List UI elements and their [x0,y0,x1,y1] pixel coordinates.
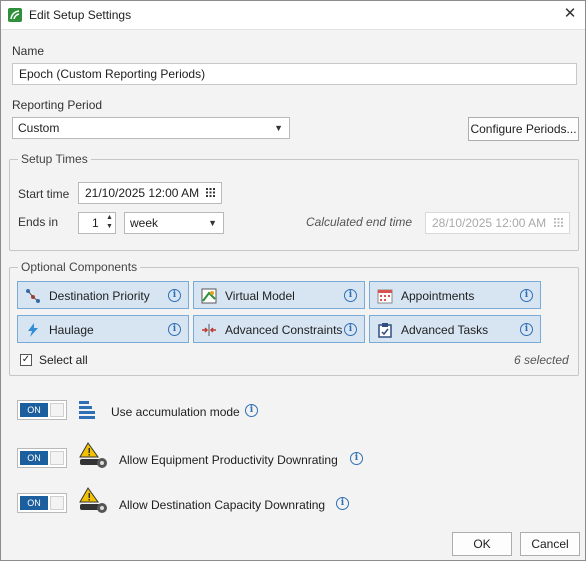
ends-in-label: Ends in [18,215,59,229]
ok-button[interactable]: OK [452,532,512,556]
duration-unit-select[interactable]: week ▼ [124,212,224,234]
component-label: Advanced Constraints [225,323,343,337]
select-all-label: Select all [39,353,88,367]
tasks-icon [378,323,392,338]
calculated-end-time-label: Calculated end time [306,215,413,229]
chevron-down-icon: ▼ [274,123,283,133]
duration-unit-value: week [130,216,159,230]
destination-capacity-label: Allow Destination Capacity Downrating [119,498,326,512]
accumulation-mode-toggle[interactable]: ON [17,400,67,420]
start-time-label: Start time [18,187,70,201]
equipment-productivity-label: Allow Equipment Productivity Downrating [119,453,338,467]
chevron-down-icon: ▼ [208,218,217,228]
info-icon[interactable]: i [350,452,363,465]
calendar-picker-icon[interactable] [206,188,215,197]
excavator-icon [79,442,107,468]
component-haulage[interactable]: Haulage i [17,315,189,343]
reporting-period-value: Custom [18,121,60,135]
calendar-picker-icon [554,218,563,227]
setup-times-title: Setup Times [18,152,91,166]
component-label: Appointments [401,289,475,303]
window-title: Edit Setup Settings [29,8,132,22]
accumulation-icon [79,401,95,419]
component-appointments[interactable]: Appointments i [369,281,541,309]
optional-components-title: Optional Components [18,260,141,274]
name-input[interactable]: Epoch (Custom Reporting Periods) [12,63,577,85]
lightning-icon [28,323,38,337]
ends-in-value: 1 [92,216,99,230]
ends-in-stepper[interactable]: 1 ▲ ▼ [78,212,116,234]
reporting-period-select[interactable]: Custom ▼ [12,117,290,139]
constraints-icon [202,324,216,336]
info-icon[interactable]: i [245,404,258,417]
info-icon[interactable]: i [168,323,181,336]
reporting-period-label: Reporting Period [12,98,103,112]
toggle-on-label: ON [20,496,48,510]
virtual-model-icon [201,288,217,304]
destination-capacity-toggle[interactable]: ON [17,493,67,513]
toggle-on-label: ON [20,451,48,465]
calculated-end-time-input: 28/10/2025 12:00 AM [425,212,570,234]
edit-setup-settings-dialog: Edit Setup Settings ✕ Name Epoch (Custom… [0,0,586,561]
component-label: Haulage [49,323,94,337]
info-icon[interactable]: i [336,497,349,510]
start-time-value: 21/10/2025 12:00 AM [85,186,200,200]
component-advanced-tasks[interactable]: Advanced Tasks i [369,315,541,343]
component-label: Virtual Model [225,289,295,303]
toggle-knob [50,403,64,417]
select-all-checkbox[interactable]: ✓ [20,354,32,366]
selected-count: 6 selected [514,353,569,367]
destination-priority-icon [26,289,40,303]
info-icon[interactable]: i [520,323,533,336]
component-advanced-constraints[interactable]: Advanced Constraints i [193,315,365,343]
cancel-button[interactable]: Cancel [520,532,580,556]
stepper-arrows-icon[interactable]: ▲ ▼ [105,213,114,231]
toggle-knob [50,451,64,465]
excavator-icon [79,487,107,513]
accumulation-mode-label: Use accumulation mode [111,405,240,419]
calculated-end-time-value: 28/10/2025 12:00 AM [432,216,547,230]
start-time-input[interactable]: 21/10/2025 12:00 AM [78,182,222,204]
configure-periods-button[interactable]: Configure Periods... [468,117,579,141]
app-logo-icon [8,8,22,22]
info-icon[interactable]: i [344,323,357,336]
close-button[interactable]: ✕ [561,5,579,23]
toggle-knob [50,496,64,510]
info-icon[interactable]: i [520,289,533,302]
component-label: Advanced Tasks [401,323,489,337]
name-label: Name [12,44,45,58]
setup-times-group [9,159,579,251]
title-bar: Edit Setup Settings ✕ [1,1,585,30]
component-label: Destination Priority [49,289,150,303]
toggle-on-label: ON [20,403,48,417]
equipment-productivity-toggle[interactable]: ON [17,448,67,468]
info-icon[interactable]: i [168,289,181,302]
info-icon[interactable]: i [344,289,357,302]
component-virtual-model[interactable]: Virtual Model i [193,281,365,309]
calendar-icon [377,289,393,304]
component-destination-priority[interactable]: Destination Priority i [17,281,189,309]
